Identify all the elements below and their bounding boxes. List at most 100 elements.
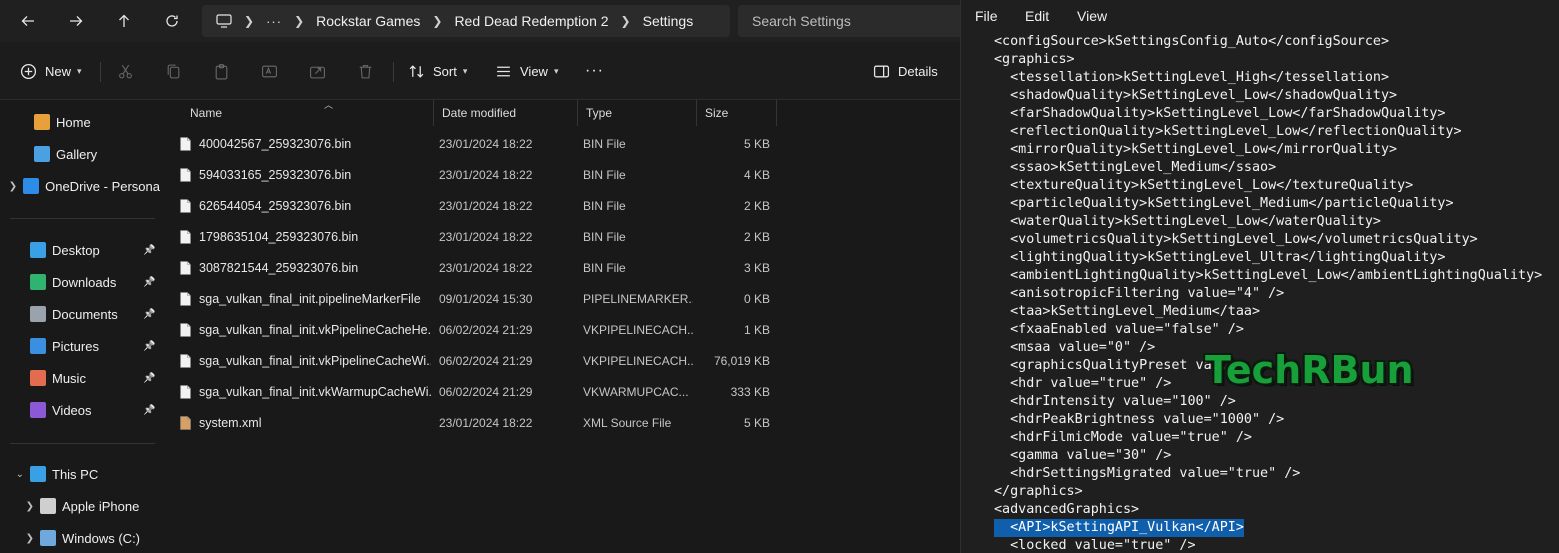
sidebar-item-windows-c[interactable]: ❯ Windows (C:) — [0, 524, 160, 552]
pin-icon[interactable]: 📌 — [143, 405, 155, 416]
cut-button[interactable] — [117, 56, 134, 86]
sidebar-item-gallery[interactable]: Gallery — [0, 140, 160, 168]
breadcrumb-red-dead-redemption-2[interactable]: Red Dead Redemption 2 — [454, 13, 608, 29]
breadcrumb-overflow[interactable]: ··· — [266, 14, 282, 29]
column-header-size[interactable]: Size — [697, 100, 777, 126]
file-name[interactable]: sga_vulkan_final_init.vkWarmupCacheWi... — [199, 377, 431, 408]
breadcrumb-settings[interactable]: Settings — [643, 13, 694, 29]
up-button[interactable] — [108, 6, 140, 36]
sidebar-item-onedrive-persona[interactable]: ❯ OneDrive - Persona — [0, 172, 160, 200]
file-row[interactable]: system.xml 23/01/2024 18:22 XML Source Fil… — [160, 408, 780, 439]
column-header-name[interactable]: ︿ Name — [182, 100, 434, 126]
file-row[interactable]: sga_vulkan_final_init.pipelineMarkerFile… — [160, 284, 780, 315]
pin-icon[interactable]: 📌 — [143, 245, 155, 256]
copy-button[interactable] — [165, 56, 182, 86]
menu-view[interactable]: View — [1077, 8, 1107, 24]
file-name[interactable]: 594033165_259323076.bin — [199, 160, 431, 191]
file-name[interactable]: 400042567_259323076.bin — [199, 129, 431, 160]
gallery-icon — [34, 146, 50, 162]
sidebar-item-downloads[interactable]: Downloads 📌 — [0, 268, 160, 296]
column-headers: ︿ Name Date modified Type Size — [160, 100, 960, 126]
address-bar[interactable]: ❯ ··· ❯ Rockstar Games ❯ Red Dead Redemp… — [202, 5, 730, 37]
sidebar-item-label: Desktop — [52, 242, 100, 258]
file-name[interactable]: sga_vulkan_final_init.pipelineMarkerFile — [199, 284, 431, 315]
sidebar-item-label: Home — [56, 114, 91, 130]
chevron-right-icon[interactable]: ❯ — [0, 181, 23, 192]
refresh-icon — [166, 15, 178, 27]
delete-button[interactable] — [357, 56, 374, 86]
pin-icon[interactable]: 📌 — [143, 277, 155, 288]
pin-icon[interactable]: 📌 — [143, 373, 155, 384]
file-size: 0 KB — [743, 292, 770, 306]
sidebar-item-desktop[interactable]: Desktop 📌 — [0, 236, 160, 264]
new-button[interactable]: New ▾ — [20, 56, 82, 86]
sidebar-item-this-pc[interactable]: ⌄ This PC — [0, 460, 160, 488]
toolbar-divider — [100, 62, 101, 82]
share-button[interactable] — [309, 56, 326, 86]
menu-file[interactable]: File — [975, 8, 998, 24]
file-type: PIPELINEMARKER... — [583, 292, 693, 306]
trash-icon — [359, 64, 372, 78]
column-header-name-label: Name — [190, 106, 223, 120]
chevron-down-icon[interactable]: ⌄ — [0, 469, 30, 480]
music-icon — [30, 370, 46, 386]
file-size: 2 KB — [743, 230, 770, 244]
xml-file-icon — [180, 416, 191, 430]
file-row[interactable]: 3087821544_259323076.bin 23/01/2024 18:22… — [160, 253, 780, 284]
file-type: VKWARMUPCAC... — [583, 385, 689, 399]
file-type: BIN File — [583, 261, 626, 275]
monitor-icon — [216, 14, 232, 28]
sidebar-item-home[interactable]: Home — [0, 108, 160, 136]
file-row[interactable]: sga_vulkan_final_init.vkWarmupCacheWi...… — [160, 377, 780, 408]
menu-edit[interactable]: Edit — [1025, 8, 1049, 24]
file-icon — [180, 292, 191, 306]
pictures-icon — [30, 338, 46, 354]
code-line: <hdr value="true" /> — [994, 376, 1172, 391]
file-name[interactable]: system.xml — [199, 408, 431, 439]
scissors-icon — [119, 64, 132, 78]
rename-button[interactable] — [261, 56, 278, 86]
file-row[interactable]: sga_vulkan_final_init.vkPipelineCacheWi.… — [160, 346, 780, 377]
file-row[interactable]: 1798635104_259323076.bin 23/01/2024 18:22… — [160, 222, 780, 253]
file-row[interactable]: 626544054_259323076.bin 23/01/2024 18:22 B… — [160, 191, 780, 222]
file-name[interactable]: sga_vulkan_final_init.vkPipelineCacheWi.… — [199, 346, 431, 377]
sort-button[interactable]: Sort ▾ — [408, 56, 467, 86]
breadcrumb-rockstar-games[interactable]: Rockstar Games — [316, 13, 420, 29]
file-size: 5 KB — [743, 416, 770, 430]
code-line: <particleQuality>kSettingLevel_Medium</p… — [994, 196, 1454, 211]
file-row[interactable]: 594033165_259323076.bin 23/01/2024 18:22 B… — [160, 160, 780, 191]
chevron-right-icon[interactable]: ❯ — [0, 501, 40, 512]
view-button[interactable]: View ▾ — [495, 56, 558, 86]
pin-icon[interactable]: 📌 — [143, 309, 155, 320]
code-line: <configSource>kSettingsConfig_Auto</conf… — [994, 34, 1390, 49]
sidebar-item-apple-iphone[interactable]: ❯ Apple iPhone — [0, 492, 160, 520]
file-name[interactable]: 626544054_259323076.bin — [199, 191, 431, 222]
code-line: <reflectionQuality>kSettingLevel_Low</re… — [994, 124, 1462, 139]
file-name[interactable]: 1798635104_259323076.bin — [199, 222, 431, 253]
chevron-right-icon[interactable]: ❯ — [0, 533, 40, 544]
search-box[interactable] — [738, 5, 960, 37]
search-input[interactable] — [738, 5, 960, 37]
file-row[interactable]: sga_vulkan_final_init.vkPipelineCacheHe.… — [160, 315, 780, 346]
paste-button[interactable] — [213, 56, 230, 86]
details-pane-button[interactable]: Details — [873, 56, 938, 86]
pin-icon[interactable]: 📌 — [143, 341, 155, 352]
more-options-button[interactable]: ··· — [585, 56, 604, 86]
back-button[interactable] — [12, 6, 44, 36]
forward-button[interactable] — [60, 6, 92, 36]
text-editor[interactable]: <configSource>kSettingsConfig_Auto</conf… — [961, 33, 1559, 553]
column-header-date[interactable]: Date modified — [434, 100, 578, 126]
column-header-type[interactable]: Type — [578, 100, 697, 126]
file-row[interactable]: 400042567_259323076.bin 23/01/2024 18:22 B… — [160, 129, 780, 160]
navigation-bar: ❯ ··· ❯ Rockstar Games ❯ Red Dead Redemp… — [0, 0, 960, 42]
file-name[interactable]: 3087821544_259323076.bin — [199, 253, 431, 284]
sidebar-item-pictures[interactable]: Pictures 📌 — [0, 332, 160, 360]
sidebar-item-music[interactable]: Music 📌 — [0, 364, 160, 392]
file-name[interactable]: sga_vulkan_final_init.vkPipelineCacheHe.… — [199, 315, 431, 346]
sidebar-item-videos[interactable]: Videos 📌 — [0, 396, 160, 424]
code-line: <tessellation>kSettingLevel_High</tessel… — [994, 70, 1390, 85]
sort-label: Sort — [433, 63, 457, 79]
code-line: <taa>kSettingLevel_Medium</taa> — [994, 304, 1261, 319]
sidebar-item-documents[interactable]: Documents 📌 — [0, 300, 160, 328]
refresh-button[interactable] — [156, 6, 188, 36]
